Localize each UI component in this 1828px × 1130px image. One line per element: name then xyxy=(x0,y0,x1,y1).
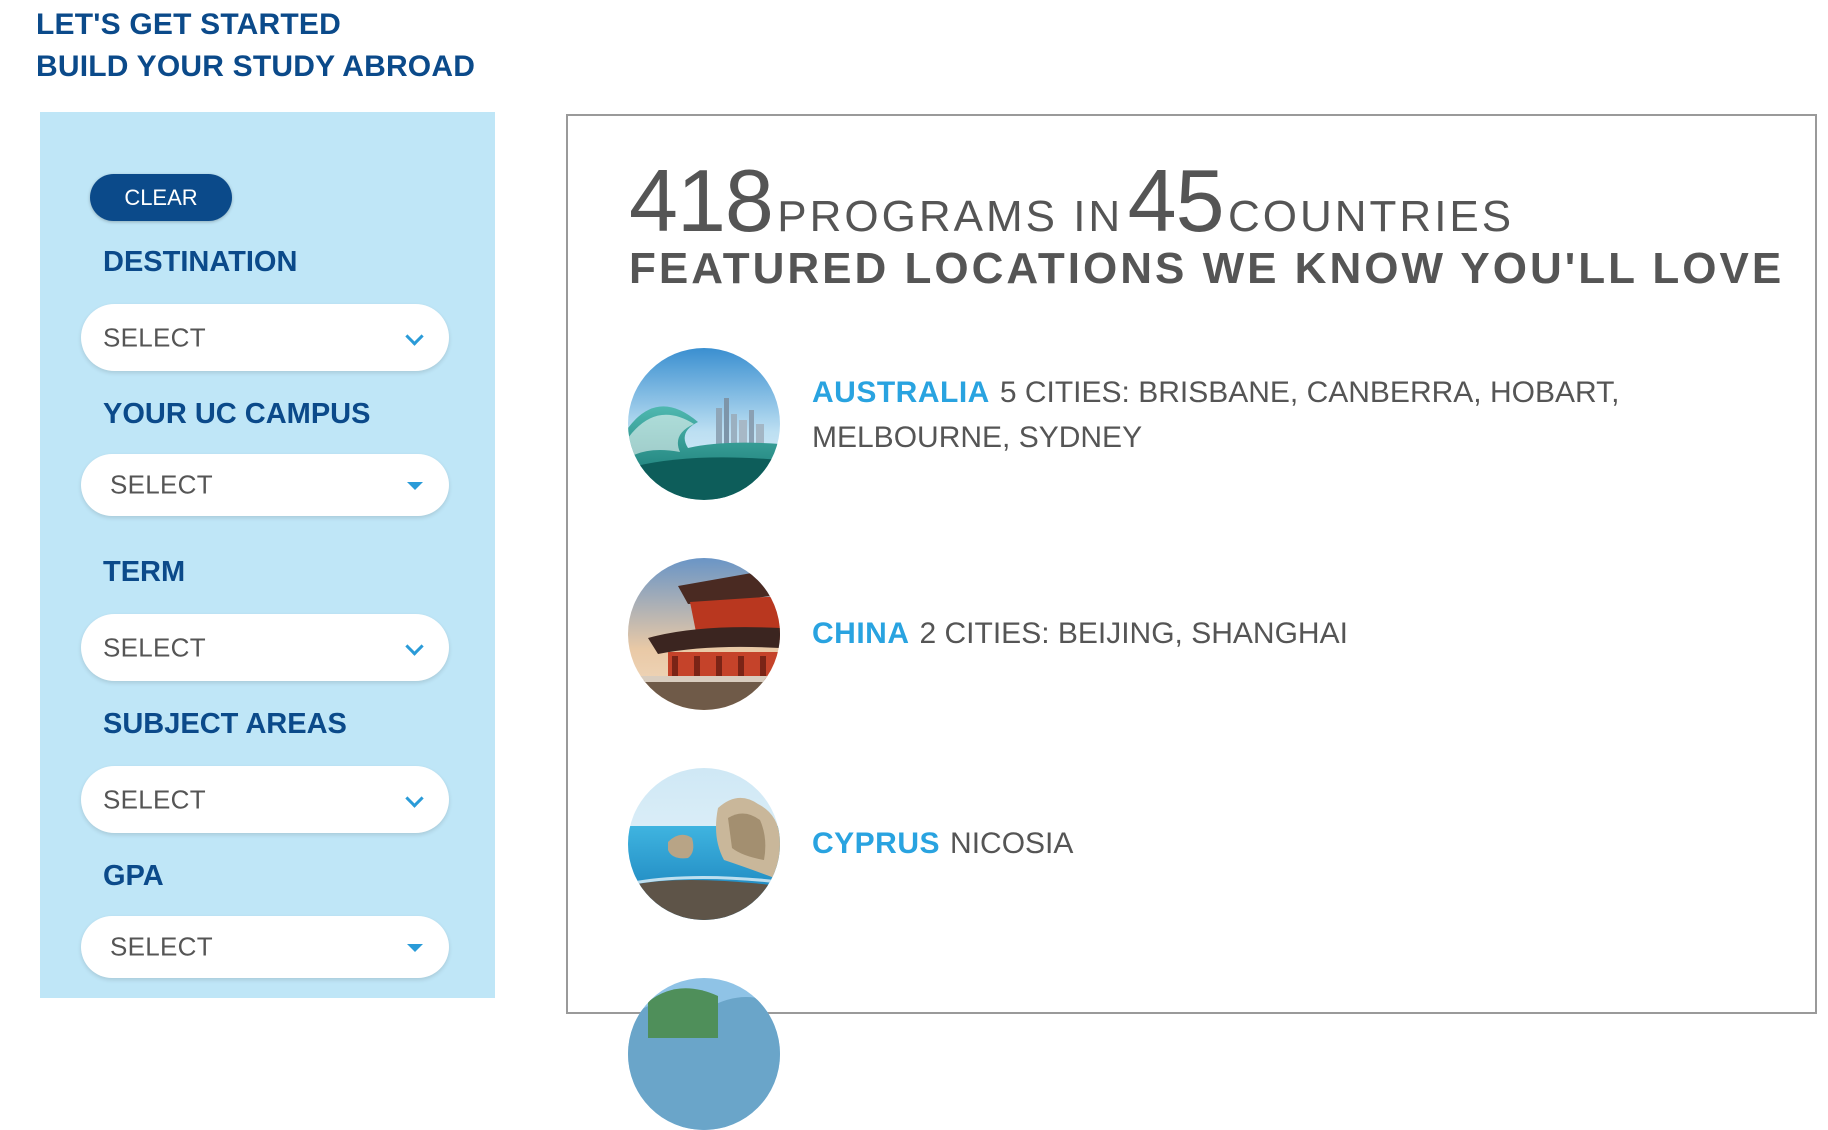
subject-areas-label: SUBJECT AREAS xyxy=(103,708,347,740)
filter-sidebar: CLEAR DESTINATION SELECT YOUR UC CAMPUS … xyxy=(40,112,495,998)
next-location-photo[interactable] xyxy=(628,978,780,1130)
location-item-australia[interactable]: AUSTRALIA 5 CITIES: BRISBANE, CANBERRA, H… xyxy=(628,348,1778,500)
destination-select-value: SELECT xyxy=(103,322,206,352)
gpa-select[interactable]: SELECT xyxy=(81,916,449,978)
china-cities: 2 CITIES: BEIJING, SHANGHAI xyxy=(919,617,1348,650)
location-item-next[interactable] xyxy=(628,978,1778,1130)
destination-select[interactable]: SELECT xyxy=(81,304,449,371)
country-link-china[interactable]: CHINA xyxy=(812,617,910,650)
destination-label: DESTINATION xyxy=(103,246,298,278)
cyprus-details: CYPRUS NICOSIA xyxy=(812,821,1632,866)
term-select-value: SELECT xyxy=(103,632,206,662)
subject-areas-select[interactable]: SELECT xyxy=(81,766,449,833)
clear-button[interactable]: CLEAR xyxy=(90,174,232,221)
program-count: 418 xyxy=(629,151,774,250)
subject-areas-select-value: SELECT xyxy=(103,784,206,814)
featured-locations-panel: 418 PROGRAMS IN 45 COUNTRIES FEATURED LO… xyxy=(566,114,1817,1130)
programs-label: PROGRAMS IN xyxy=(777,192,1124,241)
chevron-down-icon xyxy=(405,788,424,808)
country-link-australia[interactable]: AUSTRALIA xyxy=(812,376,990,409)
australia-details: AUSTRALIA 5 CITIES: BRISBANE, CANBERRA, H… xyxy=(812,370,1632,460)
gpa-select-value: SELECT xyxy=(110,931,213,962)
program-stats: 418 PROGRAMS IN 45 COUNTRIES xyxy=(629,156,1514,246)
campus-select-value: SELECT xyxy=(110,469,213,500)
header-line-1: LET'S GET STARTED xyxy=(36,8,341,41)
campus-select[interactable]: SELECT xyxy=(81,454,449,516)
chevron-down-icon xyxy=(405,636,424,656)
country-count: 45 xyxy=(1127,151,1225,250)
location-item-cyprus[interactable]: CYPRUS NICOSIA xyxy=(628,768,1778,920)
location-item-china[interactable]: CHINA 2 CITIES: BEIJING, SHANGHAI xyxy=(628,558,1778,710)
gpa-label: GPA xyxy=(103,860,164,892)
countries-label: COUNTRIES xyxy=(1228,192,1515,241)
term-label: TERM xyxy=(103,556,186,588)
featured-heading: FEATURED LOCATIONS WE KNOW YOU'LL LOVE xyxy=(629,244,1785,293)
australia-photo[interactable] xyxy=(628,348,780,500)
campus-label: YOUR UC CAMPUS xyxy=(103,398,371,430)
caret-down-icon xyxy=(407,944,423,952)
china-details: CHINA 2 CITIES: BEIJING, SHANGHAI xyxy=(812,611,1632,656)
header-line-2: BUILD YOUR STUDY ABROAD xyxy=(36,50,476,83)
caret-down-icon xyxy=(407,482,423,490)
country-link-cyprus[interactable]: CYPRUS xyxy=(812,827,940,860)
cyprus-photo[interactable] xyxy=(628,768,780,920)
cyprus-cities: NICOSIA xyxy=(950,827,1074,860)
china-photo[interactable] xyxy=(628,558,780,710)
chevron-down-icon xyxy=(405,326,424,346)
term-select[interactable]: SELECT xyxy=(81,614,449,681)
page-header: LET'S GET STARTED BUILD YOUR STUDY ABROA… xyxy=(36,4,475,88)
